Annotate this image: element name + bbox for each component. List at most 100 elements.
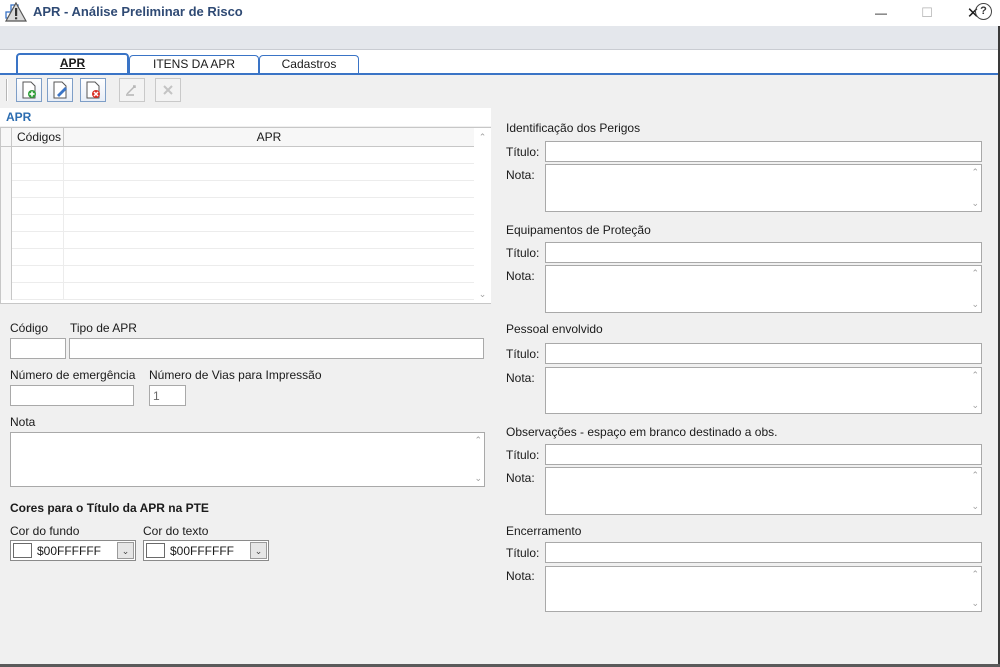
cor-fundo-value: $00FFFFFF [37,544,102,558]
encerramento-nota-label: Nota: [506,569,535,583]
row-indicator[interactable] [1,215,12,232]
table-cell[interactable] [12,232,64,249]
minimize-icon: — [875,6,887,20]
scroll-up-icon[interactable]: ⌃ [971,167,979,178]
table-row[interactable] [1,181,474,198]
maximize-button[interactable]: ☐ [904,0,950,26]
tipo-apr-label: Tipo de APR [70,321,137,335]
edit-record-icon [53,81,67,99]
grid-scrollbar[interactable]: ⌃ ⌄ [474,128,491,303]
pessoal-nota-textarea[interactable]: ⌃ ⌄ [545,367,982,414]
scroll-up-icon[interactable]: ⌃ [971,569,979,580]
scroll-down-icon[interactable]: ⌄ [971,400,979,411]
chevron-down-icon[interactable]: ⌄ [117,542,134,559]
pessoal-titulo-input[interactable] [545,343,982,364]
minimize-button[interactable]: — [858,0,904,26]
scroll-down-icon[interactable]: ⌄ [474,287,491,301]
observacoes-titulo-input[interactable] [545,444,982,465]
tab-cadastros[interactable]: Cadastros [259,55,359,74]
scroll-up-icon[interactable]: ⌃ [474,130,491,144]
row-indicator[interactable] [1,181,12,198]
cancel-button[interactable] [155,78,181,102]
cor-texto-select[interactable]: $00FFFFFF ⌄ [143,540,269,561]
encerramento-titulo-input[interactable] [545,542,982,563]
delete-button[interactable] [80,78,106,102]
row-indicator[interactable] [1,147,12,164]
row-indicator[interactable] [1,198,12,215]
table-cell[interactable] [12,266,64,283]
warning-icon [4,1,28,22]
emergencia-label: Número de emergência [10,368,136,382]
edit-button[interactable] [47,78,73,102]
table-cell[interactable] [12,215,64,232]
grid-header: Códigos APR [1,128,474,147]
observacoes-titulo-label: Título: [506,448,540,462]
apr-grid[interactable]: Códigos APR ⌃ ⌄ [0,127,491,304]
observacoes-nota-label: Nota: [506,471,535,485]
table-row[interactable] [1,266,474,283]
observacoes-nota-textarea[interactable]: ⌃ ⌄ [545,467,982,515]
table-row[interactable] [1,232,474,249]
cor-fundo-select[interactable]: $00FFFFFF ⌄ [10,540,136,561]
scroll-down-icon[interactable]: ⌄ [971,501,979,512]
grid-col-apr[interactable]: APR [64,128,474,147]
grid-col-codigos[interactable]: Códigos [12,128,64,147]
codigo-label: Código [10,321,49,335]
delete-record-icon [86,81,100,99]
nota-textarea[interactable]: ⌃ ⌄ [10,432,485,487]
scroll-up-icon[interactable]: ⌃ [971,268,979,279]
encerramento-nota-textarea[interactable]: ⌃ ⌄ [545,566,982,612]
tipo-apr-input[interactable] [69,338,484,359]
table-row[interactable] [1,164,474,181]
page-title: APR - Análise Preliminar de Risco [33,4,243,19]
emergencia-input[interactable] [10,385,134,406]
perigos-nota-textarea[interactable]: ⌃ ⌄ [545,164,982,212]
help-icon[interactable]: ? [975,3,992,20]
perigos-titulo-input[interactable] [545,141,982,162]
tab-itens-da-apr[interactable]: ITENS DA APR [129,55,259,74]
scroll-up-icon[interactable]: ⌃ [971,470,979,481]
protecao-titulo-input[interactable] [545,242,982,263]
table-row[interactable] [1,147,474,164]
tab-underline [0,73,1000,75]
form-header [0,26,1000,50]
cor-texto-value: $00FFFFFF [170,544,235,558]
row-indicator[interactable] [1,283,12,300]
table-row[interactable] [1,249,474,266]
table-cell[interactable] [12,249,64,266]
table-row[interactable] [1,215,474,232]
row-indicator[interactable] [1,249,12,266]
vias-input[interactable] [149,385,186,406]
color-swatch [13,543,32,558]
scroll-down-icon[interactable]: ⌄ [971,299,979,310]
scroll-up-icon[interactable]: ⌃ [474,435,482,446]
scroll-down-icon[interactable]: ⌄ [971,198,979,209]
table-row[interactable] [1,283,474,300]
pessoal-titulo-label: Título: [506,347,540,361]
table-cell[interactable] [12,181,64,198]
table-row[interactable] [1,198,474,215]
perigos-heading: Identificação dos Perigos [506,121,641,135]
cores-heading: Cores para o Título da APR na PTE [10,501,209,515]
chevron-down-icon[interactable]: ⌄ [250,542,267,559]
save-button[interactable] [119,78,145,102]
pessoal-heading: Pessoal envolvido [506,322,603,336]
pessoal-nota-label: Nota: [506,371,535,385]
scroll-up-icon[interactable]: ⌃ [971,370,979,381]
table-cell[interactable] [12,283,64,300]
codigo-input[interactable] [10,338,66,359]
scroll-down-icon[interactable]: ⌄ [971,598,979,609]
scroll-down-icon[interactable]: ⌄ [474,473,482,484]
table-cell[interactable] [12,147,64,164]
table-cell[interactable] [12,198,64,215]
table-cell[interactable] [12,164,64,181]
protecao-nota-textarea[interactable]: ⌃ ⌄ [545,265,982,313]
protecao-heading: Equipamentos de Proteção [506,223,651,237]
perigos-titulo-label: Título: [506,145,540,159]
row-indicator[interactable] [1,164,12,181]
tab-apr[interactable]: APR [16,53,129,74]
new-button[interactable] [16,78,42,102]
row-indicator[interactable] [1,266,12,283]
protecao-titulo-label: Título: [506,246,540,260]
row-indicator[interactable] [1,232,12,249]
